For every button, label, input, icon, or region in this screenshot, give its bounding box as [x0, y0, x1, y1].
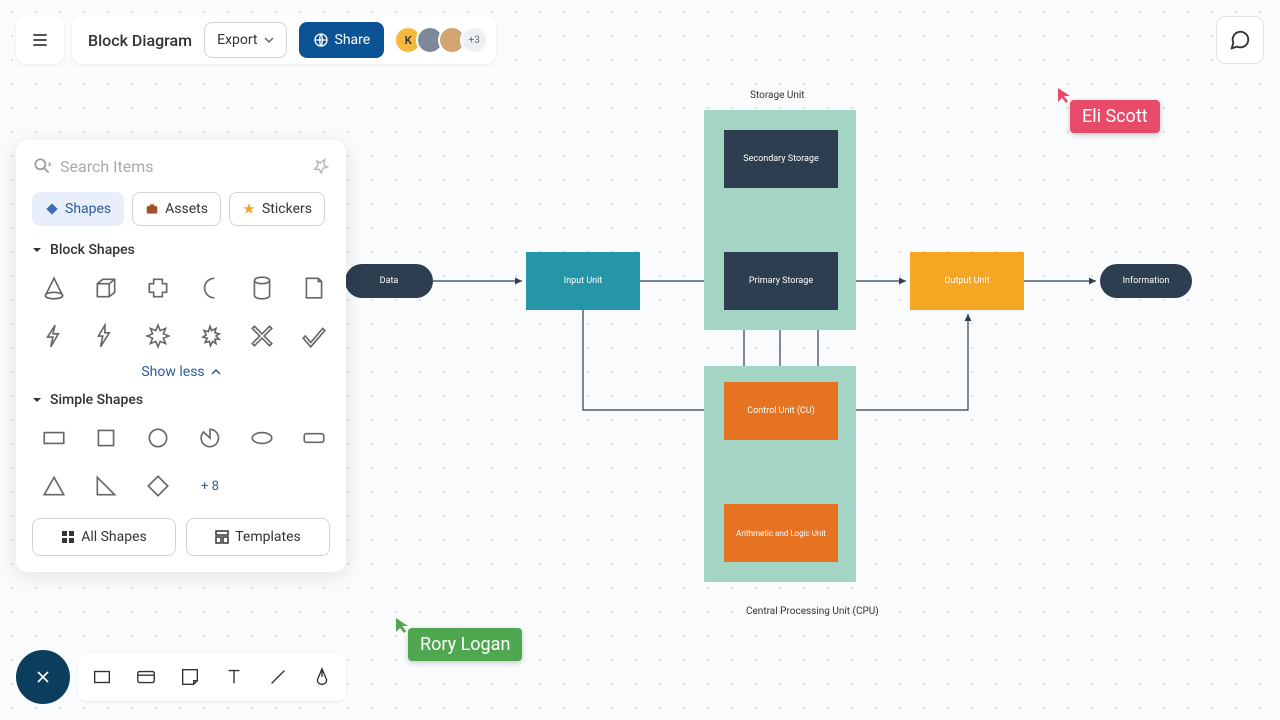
show-less-toggle[interactable]: Show less — [32, 364, 330, 380]
shape-cone[interactable] — [32, 268, 76, 308]
section-simple-shapes[interactable]: Simple Shapes — [32, 392, 330, 408]
shape-triangle[interactable] — [32, 466, 76, 506]
bottom-toolbar — [16, 650, 346, 704]
tab-stickers-label: Stickers — [262, 201, 312, 217]
chevron-up-icon — [211, 367, 221, 377]
shape-lightning[interactable] — [32, 316, 76, 356]
menu-button[interactable] — [16, 16, 64, 64]
shape-rectangle[interactable] — [32, 418, 76, 458]
share-button[interactable]: Share — [299, 22, 385, 58]
simple-shapes-grid: + 8 — [32, 418, 330, 506]
shape-cylinder[interactable] — [240, 268, 284, 308]
close-icon — [33, 667, 53, 687]
tab-assets-label: Assets — [165, 201, 208, 217]
tab-shapes-label: Shapes — [65, 201, 111, 217]
top-bar: Block Diagram Export Share K +3 — [16, 16, 496, 64]
template-icon — [215, 530, 229, 544]
hamburger-icon — [30, 30, 50, 50]
node-information[interactable]: Information — [1100, 264, 1192, 298]
node-output[interactable]: Output Unit — [910, 252, 1024, 310]
shapes-panel: Shapes Assets Stickers Block Shapes Show… — [16, 140, 346, 572]
pin-icon[interactable] — [312, 157, 330, 175]
shape-pie[interactable] — [188, 418, 232, 458]
section-block-shapes[interactable]: Block Shapes — [32, 242, 330, 258]
export-button[interactable]: Export — [204, 22, 286, 58]
diamond-icon — [45, 202, 59, 216]
node-data[interactable]: Data — [345, 264, 433, 298]
shape-page[interactable] — [292, 268, 336, 308]
comment-icon — [1229, 29, 1251, 51]
close-panel-button[interactable] — [16, 650, 70, 704]
tool-sticky[interactable] — [176, 663, 204, 691]
templates-button[interactable]: Templates — [186, 518, 330, 556]
shape-square[interactable] — [84, 418, 128, 458]
caret-down-icon — [32, 395, 42, 405]
shape-burst[interactable] — [136, 316, 180, 356]
caret-down-icon — [32, 245, 42, 255]
node-secondary-storage[interactable]: Secondary Storage — [724, 130, 838, 188]
tool-text[interactable] — [220, 663, 248, 691]
templates-label: Templates — [235, 529, 301, 545]
shape-check[interactable] — [292, 316, 336, 356]
shape-ellipse[interactable] — [240, 418, 284, 458]
cpu-label: Central Processing Unit (CPU) — [746, 606, 879, 617]
search-input[interactable] — [60, 157, 304, 176]
shape-right-triangle[interactable] — [84, 466, 128, 506]
tool-rail — [78, 653, 346, 701]
tab-stickers[interactable]: Stickers — [229, 192, 325, 226]
shape-cross[interactable] — [136, 268, 180, 308]
node-input[interactable]: Input Unit — [526, 252, 640, 310]
globe-icon — [313, 32, 329, 48]
export-label: Export — [217, 32, 257, 48]
shape-explosion[interactable] — [188, 316, 232, 356]
cursor-tag-eli: Eli Scott — [1070, 100, 1160, 133]
shape-diamond[interactable] — [136, 466, 180, 506]
shape-cube[interactable] — [84, 268, 128, 308]
briefcase-icon — [145, 202, 159, 216]
document-title[interactable]: Block Diagram — [88, 31, 192, 50]
show-more-shapes[interactable]: + 8 — [188, 466, 232, 506]
all-shapes-button[interactable]: All Shapes — [32, 518, 176, 556]
node-primary-storage[interactable]: Primary Storage — [724, 252, 838, 310]
show-less-label: Show less — [141, 364, 204, 380]
tab-assets[interactable]: Assets — [132, 192, 221, 226]
node-control-unit[interactable]: Control Unit (CU) — [724, 382, 838, 440]
storage-unit-label: Storage Unit — [750, 90, 805, 101]
collaborator-avatars[interactable]: K +3 — [400, 26, 488, 54]
shape-bolt[interactable] — [84, 316, 128, 356]
star-icon — [242, 202, 256, 216]
panel-tabs: Shapes Assets Stickers — [32, 192, 330, 226]
comments-button[interactable] — [1216, 16, 1264, 64]
shape-rounded-rect[interactable] — [292, 418, 336, 458]
tool-card[interactable] — [132, 663, 160, 691]
node-alu[interactable]: Arithmetic and Logic Unit — [724, 504, 838, 562]
section-simple-label: Simple Shapes — [50, 392, 143, 408]
shape-moon[interactable] — [188, 268, 232, 308]
tab-shapes[interactable]: Shapes — [32, 192, 124, 226]
all-shapes-label: All Shapes — [81, 529, 147, 545]
search-icon — [32, 156, 52, 176]
section-block-label: Block Shapes — [50, 242, 135, 258]
share-label: Share — [335, 32, 371, 48]
grid-icon — [61, 530, 75, 544]
block-shapes-grid — [32, 268, 330, 356]
tool-line[interactable] — [264, 663, 292, 691]
shape-x[interactable] — [240, 316, 284, 356]
avatar-more[interactable]: +3 — [460, 26, 488, 54]
cursor-tag-rory: Rory Logan — [408, 628, 522, 661]
title-container: Block Diagram Export Share K +3 — [72, 16, 496, 64]
tool-rectangle[interactable] — [88, 663, 116, 691]
shape-circle[interactable] — [136, 418, 180, 458]
tool-pen[interactable] — [308, 663, 336, 691]
chevron-down-icon — [264, 35, 274, 45]
